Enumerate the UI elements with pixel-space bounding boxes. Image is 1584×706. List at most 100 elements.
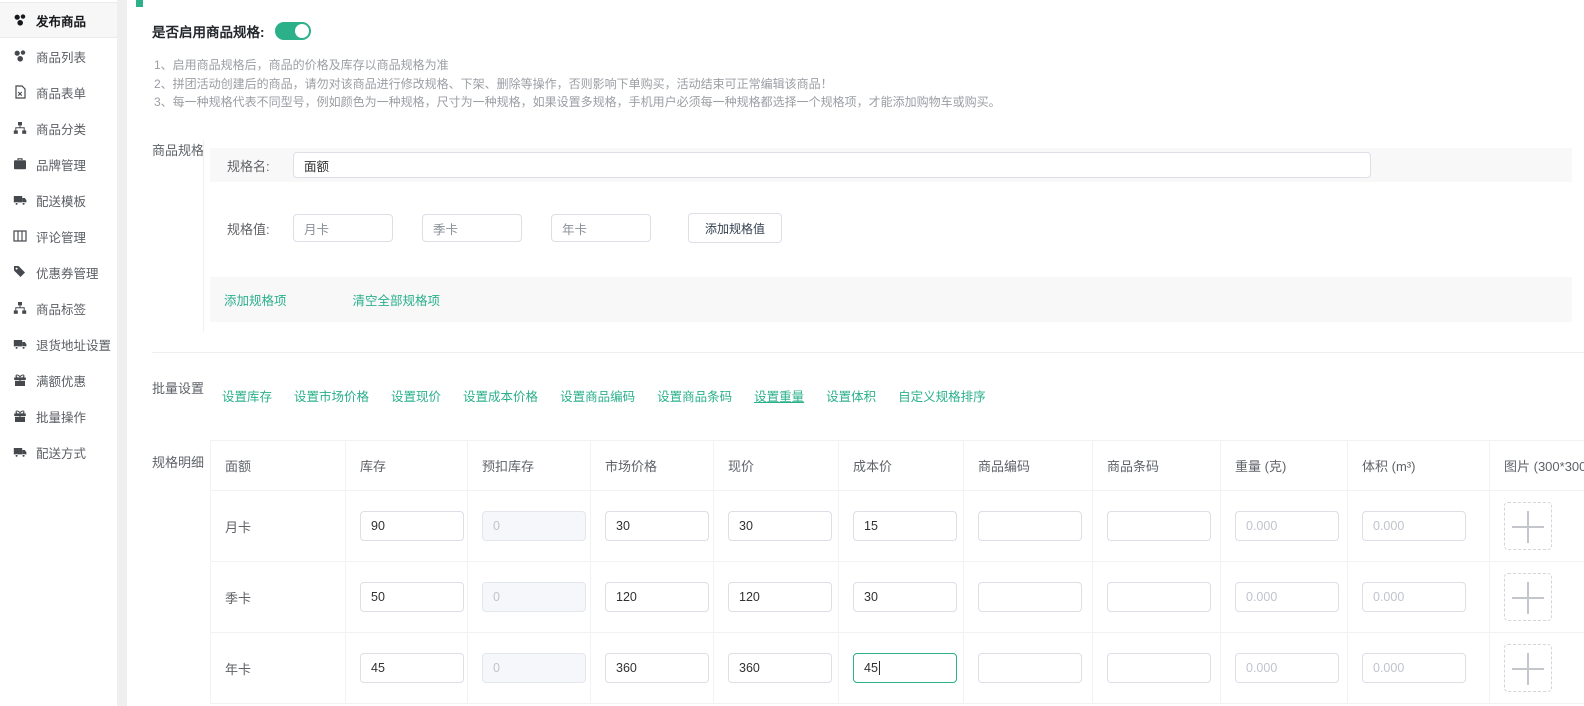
sidebar-item-brand-management[interactable]: 品牌管理: [0, 146, 117, 182]
cost-price-input[interactable]: [853, 511, 957, 541]
batch-link[interactable]: 设置重量: [754, 386, 804, 405]
sidebar-item-product-category[interactable]: 商品分类: [0, 110, 117, 146]
barcode-input[interactable]: [1107, 653, 1211, 683]
tip-line: 3、每一种规格代表不同型号，例如颜色为一种规格，尺寸为一种规格，如果设置多规格，…: [154, 93, 1001, 112]
tip-line: 1、启用商品规格后，商品的价格及库存以商品规格为准: [154, 56, 1001, 75]
batch-link[interactable]: 设置市场价格: [294, 386, 369, 405]
market-price-input[interactable]: [605, 582, 709, 612]
barcode-input[interactable]: [1107, 511, 1211, 541]
add-spec-value-button[interactable]: 添加规格值: [688, 213, 782, 243]
reserved-stock-input: [482, 653, 586, 683]
tips-list: 1、启用商品规格后，商品的价格及库存以商品规格为准2、拼团活动创建后的商品，请勿…: [154, 56, 1001, 112]
price-input[interactable]: [728, 653, 832, 683]
sidebar-item-product-form[interactable]: 商品表单: [0, 74, 117, 110]
spec-value-cell: 季卡: [211, 562, 346, 633]
spec-value-input-0[interactable]: [293, 214, 393, 242]
spec-value-input-1[interactable]: [422, 214, 522, 242]
volume-input[interactable]: [1362, 582, 1466, 612]
price-input[interactable]: [728, 582, 832, 612]
tags-icon: [13, 265, 27, 279]
add-spec-item-link[interactable]: 添加规格项: [224, 290, 287, 309]
clear-all-spec-link[interactable]: 清空全部规格项: [353, 290, 441, 309]
sidebar-item-product-tags[interactable]: 商品标签: [0, 290, 117, 326]
product-code-input[interactable]: [978, 653, 1082, 683]
stock-input[interactable]: [360, 582, 464, 612]
column-header: 市场价格: [591, 441, 714, 491]
batch-link[interactable]: 设置库存: [222, 386, 272, 405]
product-code-input[interactable]: [978, 582, 1082, 612]
stock-input[interactable]: [360, 511, 464, 541]
batch-link[interactable]: 设置商品条码: [657, 386, 732, 405]
sidebar-item-product-list[interactable]: 商品列表: [0, 38, 117, 74]
column-header: 商品编码: [964, 441, 1093, 491]
batch-link[interactable]: 设置商品编码: [560, 386, 635, 405]
column-header: 预扣库存: [468, 441, 591, 491]
table-row: 季卡: [211, 562, 1584, 633]
spec-value-label: 规格值:: [227, 219, 285, 238]
sidebar-item-label: 品牌管理: [36, 155, 86, 174]
sidebar-item-batch-operation[interactable]: 批量操作: [0, 398, 117, 434]
market-price-input[interactable]: [605, 653, 709, 683]
spec-value-input-2[interactable]: [551, 214, 651, 242]
sidebar-item-label: 商品标签: [36, 299, 86, 318]
spec-name-input[interactable]: [293, 152, 1371, 178]
gift-icon: [13, 373, 27, 387]
column-header: 现价: [714, 441, 839, 491]
column-header: 图片 (300*300): [1490, 441, 1584, 491]
reserved-stock-input: [482, 511, 586, 541]
spec-detail-table: 面额库存预扣库存市场价格现价成本价商品编码商品条码重量 (克)体积 (m³)图片…: [210, 440, 1584, 704]
spec-name-row: 规格名:: [210, 148, 1572, 182]
column-header: 体积 (m³): [1348, 441, 1490, 491]
cluster-icon: [13, 49, 27, 63]
spec-actions-row: 添加规格项 清空全部规格项: [210, 277, 1572, 322]
weight-input[interactable]: [1235, 653, 1339, 683]
barcode-input[interactable]: [1107, 582, 1211, 612]
sidebar-item-delivery-method[interactable]: 配送方式: [0, 434, 117, 470]
truck-icon: [13, 193, 27, 207]
spec-toggle-switch[interactable]: [275, 22, 311, 40]
section-divider: [152, 352, 1584, 353]
table-row: 月卡: [211, 491, 1584, 562]
sitemap-icon: [13, 121, 27, 135]
sidebar-item-label: 批量操作: [36, 407, 86, 426]
volume-input[interactable]: [1362, 653, 1466, 683]
market-price-input[interactable]: [605, 511, 709, 541]
weight-input[interactable]: [1235, 582, 1339, 612]
upload-image-button[interactable]: [1504, 573, 1552, 621]
batch-link[interactable]: 设置成本价格: [463, 386, 538, 405]
sitemap-icon: [13, 301, 27, 315]
batch-link[interactable]: 设置现价: [391, 386, 441, 405]
truck-icon: [13, 445, 27, 459]
upload-image-button[interactable]: [1504, 644, 1552, 692]
stock-input[interactable]: [360, 653, 464, 683]
sidebar-item-return-address[interactable]: 退货地址设置: [0, 326, 117, 362]
briefcase-icon: [13, 157, 27, 171]
batch-link[interactable]: 设置体积: [826, 386, 876, 405]
sidebar-item-label: 配送模板: [36, 191, 86, 210]
cluster-icon: [13, 13, 27, 27]
switch-knob: [295, 24, 309, 38]
sidebar-item-label: 发布商品: [36, 11, 86, 30]
sidebar-item-publish-product[interactable]: 发布商品: [0, 2, 117, 38]
sidebar-item-label: 退货地址设置: [36, 335, 111, 354]
upload-image-button[interactable]: [1504, 502, 1552, 550]
column-header: 库存: [346, 441, 468, 491]
sidebar-item-shipping-template[interactable]: 配送模板: [0, 182, 117, 218]
product-code-input[interactable]: [978, 511, 1082, 541]
sidebar-item-coupon-management[interactable]: 优惠券管理: [0, 254, 117, 290]
section-divider-vertical: [203, 140, 204, 332]
sidebar-item-label: 满额优惠: [36, 371, 86, 390]
batch-link[interactable]: 自定义规格排序: [898, 386, 986, 405]
cost-price-input[interactable]: [853, 582, 957, 612]
volume-input[interactable]: [1362, 511, 1466, 541]
column-header: 成本价: [839, 441, 964, 491]
spec-value-cell: 年卡: [211, 633, 346, 704]
column-header: 重量 (克): [1221, 441, 1348, 491]
sidebar-item-review-management[interactable]: 评论管理: [0, 218, 117, 254]
weight-input[interactable]: [1235, 511, 1339, 541]
spec-toggle-label: 是否启用商品规格:: [152, 21, 265, 41]
cost-price-input[interactable]: [853, 653, 957, 683]
sidebar-item-full-discount[interactable]: 满额优惠: [0, 362, 117, 398]
price-input[interactable]: [728, 511, 832, 541]
spec-values-row: 规格值: 添加规格值: [210, 210, 782, 246]
